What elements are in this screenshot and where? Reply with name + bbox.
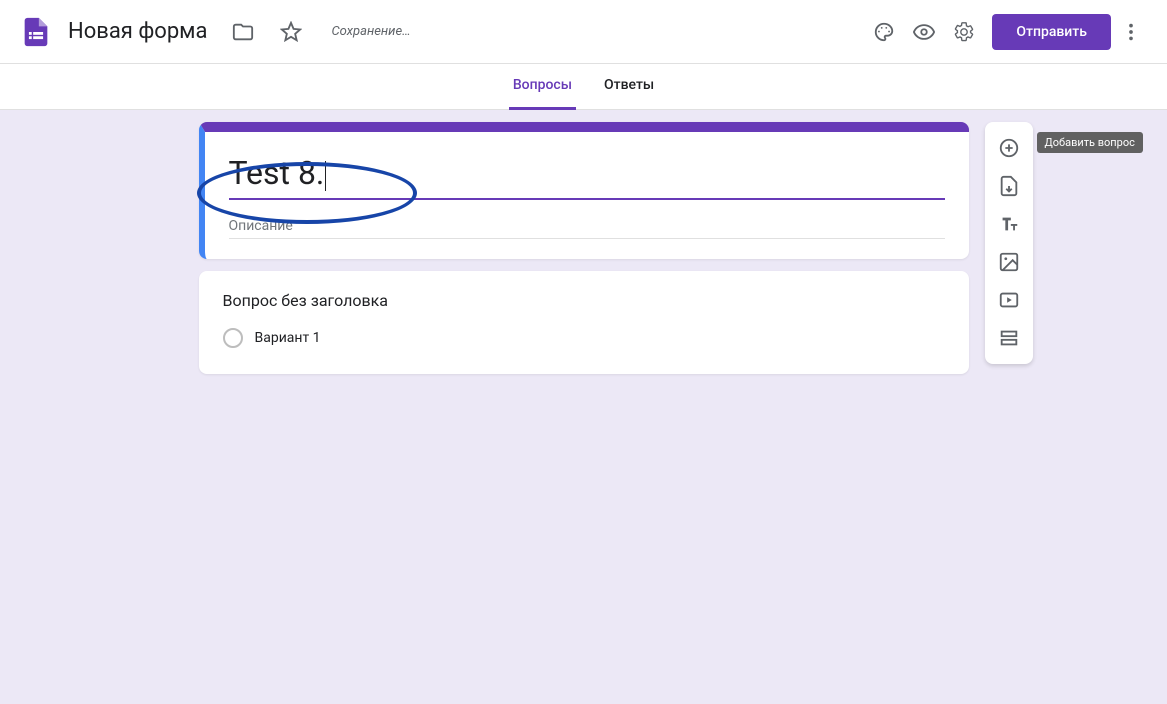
more-icon[interactable] — [1111, 12, 1151, 52]
option-row[interactable]: Вариант 1 — [223, 328, 945, 348]
form-canvas: Test 8. Вопрос без заголовка Вариант 1 — [0, 110, 1167, 704]
add-section-icon[interactable] — [991, 320, 1027, 356]
tab-responses[interactable]: Ответы — [600, 64, 658, 110]
import-questions-icon[interactable] — [991, 168, 1027, 204]
add-video-icon[interactable] — [991, 282, 1027, 318]
app-header: Новая форма Сохранение… Отправить — [0, 0, 1167, 64]
star-icon[interactable] — [271, 12, 311, 52]
form-title-text: Test 8. — [229, 154, 325, 192]
side-toolbar — [985, 122, 1033, 364]
question-card[interactable]: Вопрос без заголовка Вариант 1 — [199, 271, 969, 374]
palette-icon[interactable] — [864, 12, 904, 52]
add-image-icon[interactable] — [991, 244, 1027, 280]
question-title[interactable]: Вопрос без заголовка — [223, 291, 945, 310]
form-title-input[interactable]: Test 8. — [229, 154, 945, 200]
send-button[interactable]: Отправить — [992, 14, 1111, 50]
tabs-row: Вопросы Ответы — [0, 64, 1167, 110]
preview-icon[interactable] — [904, 12, 944, 52]
folder-icon[interactable] — [223, 12, 263, 52]
header-form-name[interactable]: Новая форма — [68, 19, 207, 44]
save-status-text: Сохранение… — [331, 24, 410, 39]
add-title-icon[interactable] — [991, 206, 1027, 242]
radio-icon — [223, 328, 243, 348]
header-left-actions — [223, 12, 311, 52]
form-description-input[interactable] — [229, 214, 945, 239]
form-body: Test 8. Вопрос без заголовка Вариант 1 — [199, 122, 969, 374]
add-question-tooltip: Добавить вопрос — [1037, 132, 1143, 153]
settings-icon[interactable] — [944, 12, 984, 52]
forms-logo[interactable] — [16, 12, 56, 52]
form-title-card[interactable]: Test 8. — [199, 122, 969, 259]
text-cursor — [325, 161, 326, 191]
option-text[interactable]: Вариант 1 — [255, 330, 321, 346]
add-question-icon[interactable] — [991, 130, 1027, 166]
tab-questions[interactable]: Вопросы — [509, 64, 576, 110]
